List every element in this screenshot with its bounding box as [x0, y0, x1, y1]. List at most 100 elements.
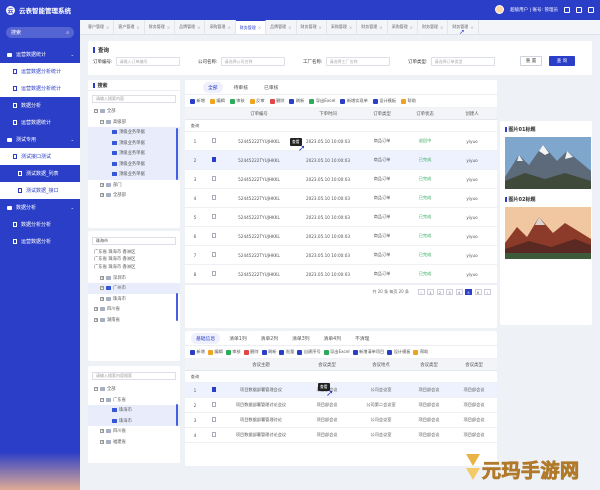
subtab[interactable]: 待审核	[229, 82, 253, 93]
checkbox[interactable]	[211, 214, 217, 219]
message-icon[interactable]	[564, 6, 570, 13]
search-result-item[interactable]: 广东省 珠海市 香洲区	[88, 256, 180, 264]
mountain-image-2[interactable]	[505, 207, 591, 259]
toolbar-button[interactable]: 编辑	[207, 349, 223, 355]
column-header[interactable]: 创建人	[447, 111, 497, 117]
tree-node[interactable]: + 深圳市	[88, 273, 180, 284]
toolbar-button[interactable]: 自建序号	[297, 349, 321, 355]
sidebar-item[interactable]: 数据分析分析	[0, 216, 80, 233]
open-tab[interactable]: 财务管理 ×	[357, 20, 388, 34]
tree-node[interactable]: + 部门	[88, 180, 180, 191]
query-field-input[interactable]: 请选择工厂名称	[325, 57, 390, 66]
tree-node[interactable]: 顶级业务单据	[88, 137, 180, 148]
row-checkbox[interactable]	[205, 417, 223, 423]
tree-node[interactable]: 顶级业务单据	[88, 127, 180, 138]
column-header[interactable]: 会议类型	[451, 362, 497, 368]
mountain-image-1[interactable]	[505, 137, 591, 189]
tree-search-input[interactable]: 请输入搜索内容	[92, 95, 176, 103]
checkbox[interactable]	[211, 195, 217, 200]
toolbar-button[interactable]: 新增	[190, 349, 205, 355]
table-row[interactable]: 4 项目数据部署管理讨论会议 项目部会议 公司会议室 项目部会议 项目部会议	[185, 428, 497, 443]
column-header[interactable]: 会议类型	[299, 362, 355, 368]
subtab[interactable]: 全部	[203, 81, 223, 93]
table-row[interactable]: 1 52445222TYUJHKKL 2023.05.10 10:00:03 商品订单…	[185, 132, 497, 151]
tree-node[interactable]: + 湖南省	[88, 315, 180, 326]
tree-scrollbar[interactable]	[176, 404, 178, 426]
expand-icon[interactable]: +	[100, 193, 104, 198]
sidebar-item[interactable]: 运营数据分析统计	[0, 80, 80, 97]
expand-icon[interactable]: +	[94, 317, 98, 322]
tree-node[interactable]: 珠海市	[88, 405, 180, 416]
row-checkbox[interactable]	[205, 214, 223, 220]
expand-icon[interactable]: +	[100, 429, 104, 434]
close-icon[interactable]: ×	[440, 25, 443, 30]
toolbar-button[interactable]: 设计模板	[372, 98, 396, 104]
checkbox[interactable]	[211, 157, 217, 162]
sidebar-item[interactable]: 运营数据分析统计	[0, 63, 80, 80]
toolbar-button[interactable]: 新增清单项目	[352, 349, 384, 355]
row-checkbox[interactable]	[205, 271, 223, 277]
subtab[interactable]: 清单2列	[256, 333, 283, 344]
query-field-input[interactable]: 请选择公司名称	[220, 57, 285, 66]
prev-page-button[interactable]: ‹	[417, 289, 425, 295]
close-icon[interactable]: ×	[319, 25, 322, 30]
open-tab[interactable]: 财务管理 ×	[297, 20, 327, 34]
row-checkbox[interactable]	[205, 157, 223, 163]
region-search-input[interactable]: 珠海市	[92, 237, 176, 245]
row-checkbox[interactable]	[205, 252, 223, 258]
open-tab[interactable]: 采购管理 ×	[205, 20, 236, 34]
open-tab[interactable]: 品牌管理 ×	[175, 20, 206, 34]
tree-node[interactable]: 顶级业务单据	[88, 148, 180, 159]
open-tab[interactable]: 财务管理 ×	[235, 20, 267, 34]
close-icon[interactable]: ×	[410, 25, 413, 30]
tree-node[interactable]: + 全部部	[88, 190, 180, 201]
tree-node[interactable]: + 珠海市	[88, 294, 180, 305]
checkbox[interactable]	[211, 271, 217, 276]
fullscreen-icon[interactable]	[576, 6, 582, 13]
expand-icon[interactable]: +	[100, 296, 104, 301]
checkbox[interactable]	[211, 402, 217, 407]
toolbar-button[interactable]: 新增实现单	[340, 98, 368, 104]
table-row[interactable]: 3 52445222TYUJHKKL 2023.05.10 10:00:03 商品订单…	[185, 170, 497, 189]
settings-icon[interactable]	[588, 6, 594, 13]
subtab[interactable]: 清单1列	[224, 333, 251, 344]
sidebar-item[interactable]: 运营数据分析	[0, 233, 80, 250]
open-tab[interactable]: 财务管理 ×	[145, 20, 176, 34]
expand-icon[interactable]: +	[100, 439, 104, 444]
toolbar-button[interactable]: 帮助	[413, 349, 428, 355]
tree-node[interactable]: + 四川省	[88, 426, 180, 437]
row-checkbox[interactable]	[205, 195, 223, 201]
toolbar-button[interactable]: 刷新	[289, 98, 304, 104]
toolbar-button[interactable]: 导出Excel	[309, 98, 335, 104]
sidebar-search-input[interactable]: 搜索 ⌕	[6, 27, 74, 38]
close-icon[interactable]: ×	[197, 25, 200, 30]
search-result-item[interactable]: 广东省 珠海市 香洲区	[88, 248, 180, 256]
subtab[interactable]: 基础信息	[191, 332, 221, 344]
page-button[interactable]: 1	[427, 289, 434, 295]
open-tab[interactable]: 采购管理 ×	[388, 20, 418, 34]
collapse-icon[interactable]: −	[100, 119, 104, 124]
table-row[interactable]: 3 项目数据部署管理讨论 项目部会议 公司会议室 项目部会议 项目部会议	[185, 413, 497, 428]
column-header[interactable]: 订单状态	[403, 111, 447, 117]
checkbox[interactable]	[211, 432, 217, 437]
subtab[interactable]: 清单3列	[287, 333, 314, 344]
checkbox[interactable]	[211, 387, 217, 392]
tree-node[interactable]: − 高级部	[88, 117, 180, 128]
table-row[interactable]: 2 项目数据部署管理讨论会议 项目部会议 公司第二会议室 项目部会议 项目部会议	[185, 398, 497, 413]
page-button[interactable]: 5	[465, 289, 472, 295]
sidebar-item[interactable]: 数据分析 ⌄	[0, 199, 80, 216]
page-button[interactable]: 3	[446, 289, 453, 295]
table-row[interactable]: 6 52445222TYUJHKKL 2023.05.10 10:00:03 商品订单…	[185, 227, 497, 246]
search-result-item[interactable]: 广东省 珠海市 香洲区	[88, 263, 180, 271]
table-row[interactable]: 2 52445222TYUJHKKL 2023.05.10 10:00:03 商品订单…	[185, 151, 497, 170]
tree-node[interactable]: + 四川省	[88, 304, 180, 315]
tree-node[interactable]: − 全部	[88, 106, 180, 117]
page-button[interactable]: 6	[474, 289, 482, 295]
toolbar-button[interactable]: 审核	[229, 98, 245, 104]
tree-scrollbar[interactable]	[176, 293, 178, 321]
close-icon[interactable]: ×	[379, 25, 382, 30]
toolbar-button[interactable]: 审核	[225, 349, 241, 355]
toolbar-button[interactable]: 刷新	[261, 349, 276, 355]
row-checkbox[interactable]	[205, 176, 223, 182]
column-header[interactable]: 会议地点	[355, 362, 407, 368]
